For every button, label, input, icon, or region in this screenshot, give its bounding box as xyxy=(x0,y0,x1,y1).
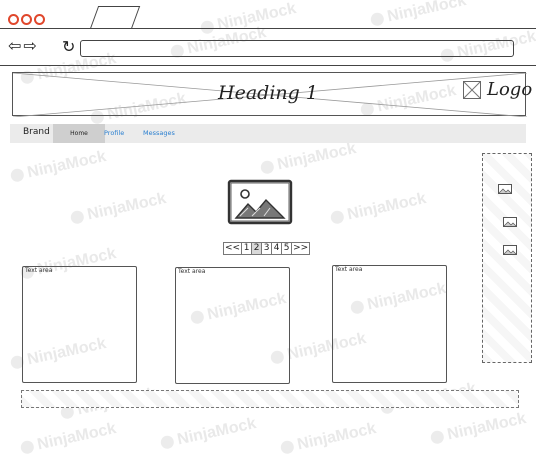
maximize-window-dot[interactable] xyxy=(34,14,45,25)
logo[interactable]: Logo xyxy=(463,79,532,100)
image-placeholder-icon xyxy=(463,80,481,99)
watermark: NinjaMock xyxy=(429,410,528,448)
pagination: << 1 2 3 4 5 >> xyxy=(223,242,311,255)
pagination-first[interactable]: << xyxy=(223,242,243,255)
image-icon xyxy=(498,184,512,194)
minimize-window-dot[interactable] xyxy=(21,14,32,25)
image-icon xyxy=(503,245,517,255)
watermark: NinjaMock xyxy=(279,420,378,458)
footer-placeholder xyxy=(21,390,519,408)
nav-brand[interactable]: Brand xyxy=(23,127,50,137)
image-icon xyxy=(503,217,517,227)
watermark: NinjaMock xyxy=(259,140,358,178)
pagination-last[interactable]: >> xyxy=(291,242,311,255)
nav-arrows: ⇦ ⇨ xyxy=(8,38,39,54)
text-area-label: Text area xyxy=(178,268,206,275)
text-area-3[interactable]: Text area xyxy=(332,265,447,383)
logo-label: Logo xyxy=(487,79,533,100)
watermark: NinjaMock xyxy=(159,415,258,453)
watermark: NinjaMock xyxy=(19,420,118,458)
navbar: Brand Home Profile Messages xyxy=(10,124,526,143)
watermark: NinjaMock xyxy=(69,190,168,228)
watermark: NinjaMock xyxy=(369,0,468,30)
text-area-label: Text area xyxy=(25,267,53,274)
text-area-1[interactable]: Text area xyxy=(22,266,137,383)
page-heading: Heading 1 xyxy=(218,82,318,104)
watermark: NinjaMock xyxy=(9,148,108,186)
text-area-label: Text area xyxy=(335,266,363,273)
main-image-icon xyxy=(227,179,293,225)
window-controls xyxy=(8,10,47,29)
nav-item-home[interactable]: Home xyxy=(53,124,105,143)
text-area-2[interactable]: Text area xyxy=(175,267,290,384)
watermark: NinjaMock xyxy=(199,0,298,38)
nav-item-messages[interactable]: Messages xyxy=(143,129,175,137)
nav-item-profile[interactable]: Profile xyxy=(104,129,124,137)
chrome-divider xyxy=(0,65,536,66)
sidebar xyxy=(482,153,532,363)
tab-strip-divider xyxy=(0,28,536,29)
browser-tab[interactable] xyxy=(89,6,141,29)
arrow-right-icon[interactable]: ⇨ xyxy=(23,36,36,55)
address-bar[interactable] xyxy=(80,40,514,57)
arrow-left-icon[interactable]: ⇦ xyxy=(8,36,21,55)
close-window-dot[interactable] xyxy=(8,14,19,25)
watermark: NinjaMock xyxy=(329,190,428,228)
reload-icon[interactable]: ↻ xyxy=(62,37,75,56)
